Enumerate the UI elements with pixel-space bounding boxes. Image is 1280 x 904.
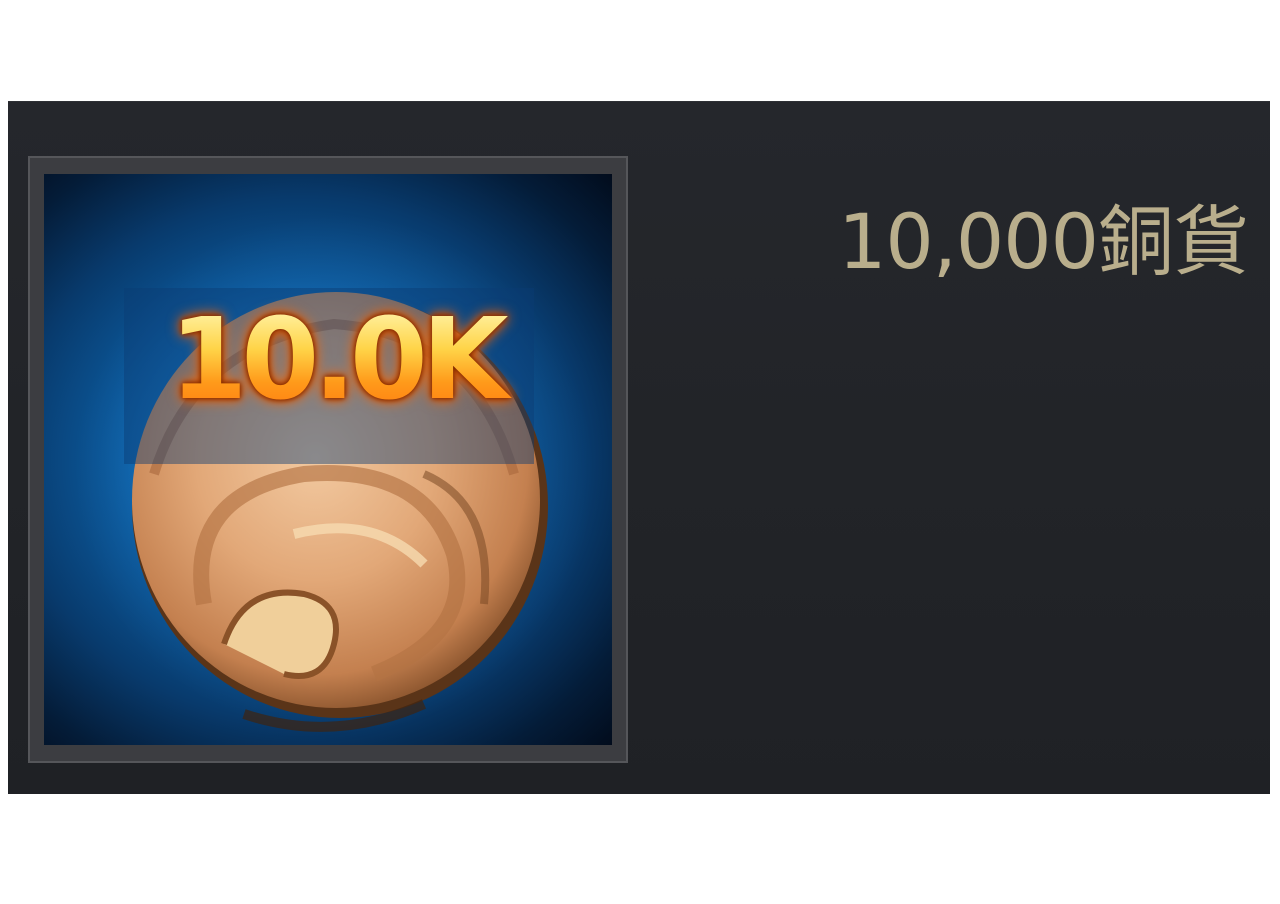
item-icon-frame: 10.0K xyxy=(44,174,612,745)
page: 10.0K 10,000銅貨 xyxy=(0,0,1280,904)
copper-coin-icon xyxy=(74,214,594,734)
item-name: 10,000銅貨 xyxy=(838,197,1249,286)
item-quantity-badge: 10.0K xyxy=(126,304,546,416)
item-slot[interactable]: 10.0K xyxy=(28,156,628,763)
